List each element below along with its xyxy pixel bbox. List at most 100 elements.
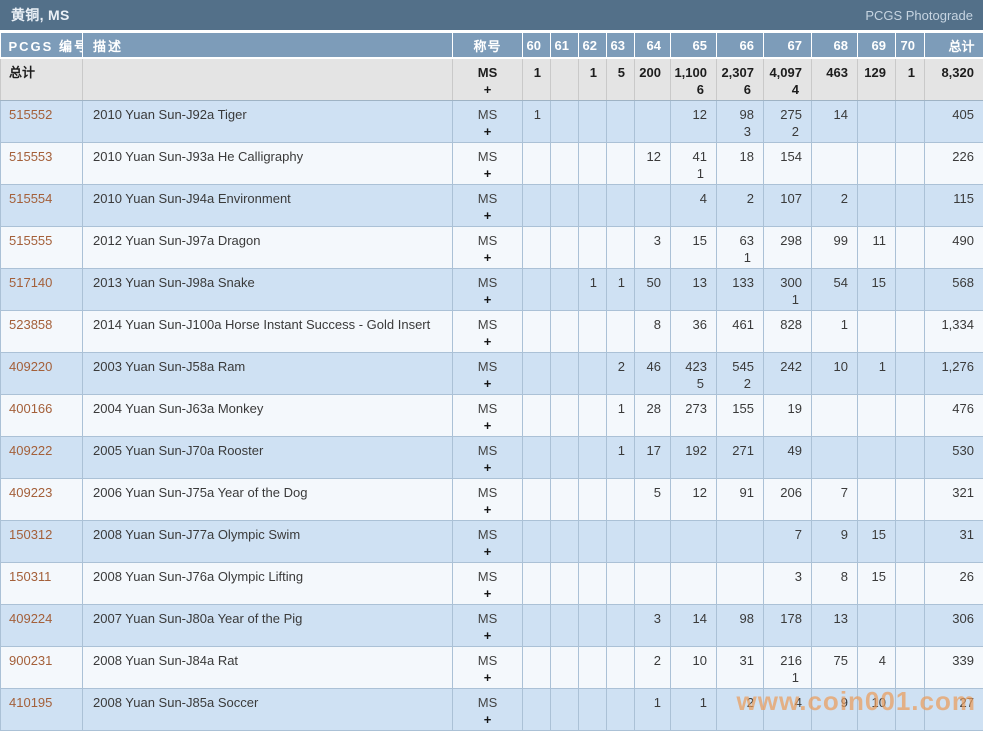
grade-count: 4 bbox=[794, 694, 802, 710]
grade-cell bbox=[522, 267, 551, 311]
pcgs-number-link[interactable]: 515553 bbox=[9, 149, 52, 164]
grade-cell bbox=[895, 687, 925, 731]
grade-count: 192 bbox=[685, 442, 707, 458]
grade-count: 271 bbox=[732, 442, 754, 458]
table-row: 409222 2005 Yuan Sun-J70a Rooster MS +1 17 19… bbox=[0, 435, 983, 479]
grade-cell bbox=[895, 99, 925, 143]
grade-cell bbox=[522, 561, 551, 605]
grade-cell: 3 bbox=[634, 225, 671, 269]
designation-plus-label: + bbox=[483, 585, 492, 601]
grade-cell: 9 bbox=[811, 687, 858, 731]
grade-cell: 98 3 bbox=[716, 99, 764, 143]
table-row: 515553 2010 Yuan Sun-J93a He Calligraphy M… bbox=[0, 141, 983, 185]
grade-cell: 2 bbox=[634, 645, 671, 689]
grade-cell: 7 bbox=[763, 519, 812, 563]
totals-desc-empty bbox=[82, 57, 453, 101]
pcgs-number-link[interactable]: 515555 bbox=[9, 233, 52, 248]
pcgs-number-link[interactable]: 150312 bbox=[9, 527, 52, 542]
pcgs-number-link[interactable]: 409222 bbox=[9, 443, 52, 458]
grade-plus-count: 3 bbox=[743, 123, 751, 139]
grade-cell bbox=[522, 603, 551, 647]
grade-count: 273 bbox=[685, 400, 707, 416]
table-row: 900231 2008 Yuan Sun-J84a Rat MS +2 10 31 216 1… bbox=[0, 645, 983, 689]
grade-cell bbox=[857, 141, 896, 185]
grade-cell: 206 bbox=[763, 477, 812, 521]
designation-cell: MS + bbox=[452, 351, 523, 395]
grade-count: 828 bbox=[780, 316, 802, 332]
coin-description: 2010 Yuan Sun-J92a Tiger bbox=[82, 99, 453, 143]
grade-count: 98 bbox=[739, 106, 754, 122]
pcgs-number-link[interactable]: 410195 bbox=[9, 695, 52, 710]
designation-cell: MS + bbox=[452, 183, 523, 227]
table-row: 409223 2006 Yuan Sun-J75a Year of the Dog… bbox=[0, 477, 983, 521]
grade-count: 3 bbox=[653, 232, 661, 248]
designation-plus-label: + bbox=[483, 123, 492, 139]
designation-plus-label: + bbox=[483, 669, 492, 685]
grade-cell bbox=[522, 141, 551, 185]
pcgs-number-link[interactable]: 409223 bbox=[9, 485, 52, 500]
grade-count: 1 bbox=[699, 694, 707, 710]
grade-count: 12 bbox=[692, 484, 707, 500]
pcgs-number-link[interactable]: 400166 bbox=[9, 401, 52, 416]
grade-count: 17 bbox=[646, 442, 661, 458]
grade-cell: 28 bbox=[634, 393, 671, 437]
pcgs-number-link[interactable]: 409220 bbox=[9, 359, 52, 374]
row-total: 1,334 bbox=[924, 309, 983, 353]
pcgs-number-link[interactable]: 515554 bbox=[9, 191, 52, 206]
designation-plus-label: + bbox=[483, 333, 492, 349]
grade-count: 63 bbox=[739, 232, 754, 248]
grade-cell: 1 bbox=[522, 99, 551, 143]
designation-plus-label: + bbox=[483, 375, 492, 391]
row-total: 339 bbox=[924, 645, 983, 689]
row-total: 530 bbox=[924, 435, 983, 479]
grade-cell bbox=[550, 141, 579, 185]
coin-description: 2005 Yuan Sun-J70a Rooster bbox=[82, 435, 453, 479]
designation-cell: MS + bbox=[452, 141, 523, 185]
designation-cell: MS + bbox=[452, 435, 523, 479]
grade-cell bbox=[522, 309, 551, 353]
grade-cell bbox=[522, 183, 551, 227]
grade-plus-count: 2 bbox=[791, 123, 799, 139]
grade-cell: 54 bbox=[811, 267, 858, 311]
table-row: 523858 2014 Yuan Sun-J100a Horse Instant … bbox=[0, 309, 983, 353]
pcgs-number-cell: 515555 bbox=[0, 225, 83, 269]
designation-cell: MS + bbox=[452, 687, 523, 731]
column-header-69: 69 bbox=[857, 33, 896, 59]
totals-grade-cell: 1 bbox=[578, 57, 607, 101]
grade-cell: 12 bbox=[670, 99, 717, 143]
row-total: 321 bbox=[924, 477, 983, 521]
grade-count: 1 bbox=[617, 400, 625, 416]
pcgs-number-link[interactable]: 409224 bbox=[9, 611, 52, 626]
grade-cell: 216 1 bbox=[763, 645, 812, 689]
designation-cell: MS + bbox=[452, 393, 523, 437]
pcgs-number-link[interactable]: 523858 bbox=[9, 317, 52, 332]
designation-cell: MS + bbox=[452, 267, 523, 311]
grade-cell: 298 bbox=[763, 225, 812, 269]
grade-cell bbox=[716, 519, 764, 563]
grade-cell bbox=[550, 183, 579, 227]
grade-count: 1,100 bbox=[674, 65, 707, 80]
pcgs-number-link[interactable]: 515552 bbox=[9, 107, 52, 122]
pcgs-number-link[interactable]: 150311 bbox=[9, 569, 51, 584]
grade-cell bbox=[811, 435, 858, 479]
grade-cell bbox=[606, 603, 635, 647]
grade-count: 155 bbox=[732, 400, 754, 416]
pcgs-number-link[interactable]: 517140 bbox=[9, 275, 52, 290]
coin-description: 2008 Yuan Sun-J76a Olympic Lifting bbox=[82, 561, 453, 605]
page-title: 黄铜, MS bbox=[11, 7, 70, 23]
designation-plus-label: + bbox=[483, 291, 492, 307]
row-total: 490 bbox=[924, 225, 983, 269]
designation-plus-label: + bbox=[483, 417, 492, 433]
grade-cell bbox=[550, 603, 579, 647]
grade-count: 1 bbox=[589, 65, 597, 80]
table-row: 409224 2007 Yuan Sun-J80a Year of the Pig… bbox=[0, 603, 983, 647]
grade-count: 1 bbox=[589, 274, 597, 290]
grade-cell bbox=[606, 225, 635, 269]
pcgs-number-cell: 409222 bbox=[0, 435, 83, 479]
designation-label: MS bbox=[477, 65, 498, 80]
totals-grade-cell: 4,097 4 bbox=[763, 57, 812, 101]
grade-cell bbox=[634, 561, 671, 605]
grade-cell: 19 bbox=[763, 393, 812, 437]
photograde-link[interactable]: PCGS Photograde bbox=[865, 8, 973, 23]
pcgs-number-link[interactable]: 900231 bbox=[9, 653, 52, 668]
